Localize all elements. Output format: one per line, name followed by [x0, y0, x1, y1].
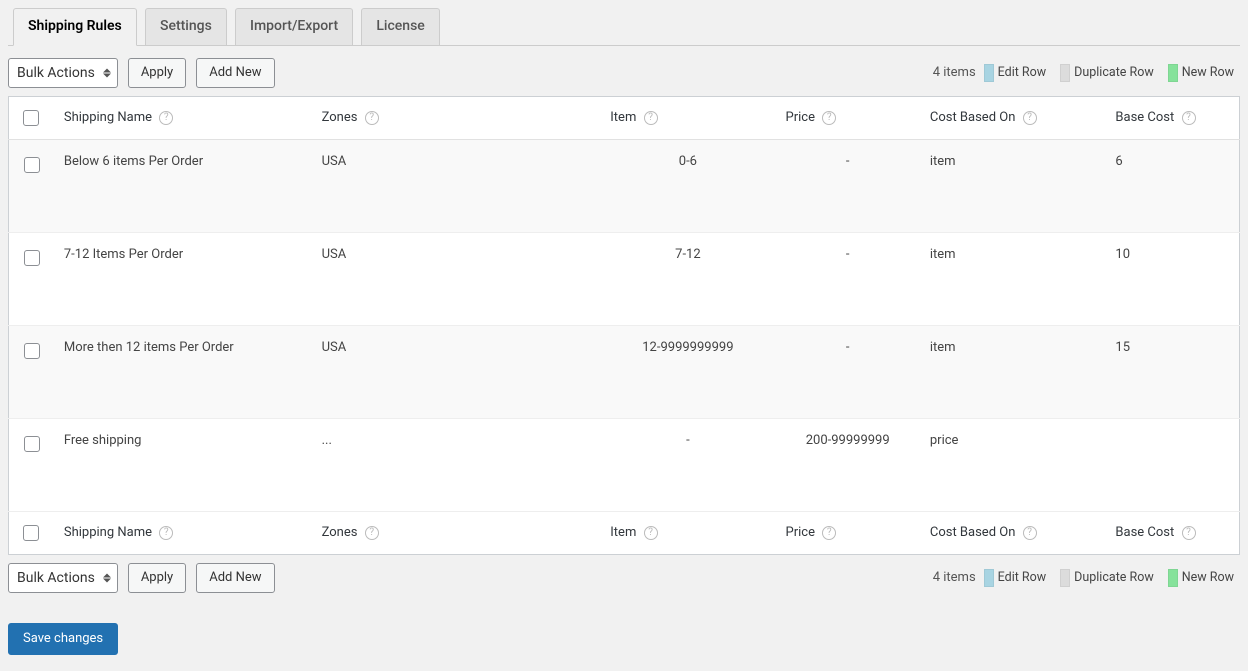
tab-import-export[interactable]: Import/Export [235, 8, 353, 45]
cell-item: - [600, 418, 775, 511]
legend-edit-row[interactable]: Edit Row [998, 570, 1047, 585]
col-cost-based-on[interactable]: Cost Based On [930, 525, 1016, 540]
apply-button-bottom[interactable]: Apply [128, 563, 186, 593]
save-changes-button[interactable]: Save changes [8, 623, 118, 655]
add-new-button-bottom[interactable]: Add New [196, 563, 274, 593]
table-row: 7-12 Items Per OrderUSA7-12-item10 [9, 232, 1240, 325]
cell-price: - [776, 232, 920, 325]
select-caret-icon [103, 573, 111, 582]
cell-cost-based-on: price [920, 418, 1106, 511]
row-checkbox[interactable] [24, 250, 40, 266]
help-icon[interactable]: ? [1023, 526, 1037, 540]
cell-price: - [776, 139, 920, 232]
help-icon[interactable]: ? [365, 526, 379, 540]
help-icon[interactable]: ? [822, 111, 836, 125]
legend-duplicate-row[interactable]: Duplicate Row [1074, 570, 1154, 585]
cell-zones: USA [312, 325, 601, 418]
cell-base-cost: 15 [1105, 325, 1239, 418]
cell-item: 0-6 [600, 139, 775, 232]
tab-shipping-rules[interactable]: Shipping Rules [13, 8, 137, 46]
cell-price: 200-99999999 [776, 418, 920, 511]
cell-shipping-name[interactable]: More then 12 items Per Order [54, 325, 312, 418]
cell-shipping-name[interactable]: Free shipping [54, 418, 312, 511]
select-all-checkbox-top[interactable] [23, 110, 39, 126]
select-all-checkbox-bottom[interactable] [23, 525, 39, 541]
help-icon[interactable]: ? [822, 526, 836, 540]
tab-license[interactable]: License [361, 8, 439, 45]
col-shipping-name[interactable]: Shipping Name [64, 110, 152, 125]
row-checkbox[interactable] [24, 436, 40, 452]
cell-cost-based-on: item [920, 325, 1106, 418]
col-shipping-name[interactable]: Shipping Name [64, 525, 152, 540]
legend-swatch-new [1168, 64, 1178, 82]
bulk-actions-select-bottom[interactable]: Bulk Actions [8, 563, 118, 593]
cell-zones: ... [312, 418, 601, 511]
col-price[interactable]: Price [786, 525, 815, 540]
row-checkbox[interactable] [24, 343, 40, 359]
help-icon[interactable]: ? [1182, 111, 1196, 125]
cell-item: 7-12 [600, 232, 775, 325]
legend-new-row[interactable]: New Row [1182, 65, 1234, 80]
shipping-rules-table: Shipping Name ? Zones ? Item ? Price ? C… [8, 96, 1240, 555]
help-icon[interactable]: ? [159, 526, 173, 540]
col-item[interactable]: Item [610, 525, 636, 540]
legend-edit-row[interactable]: Edit Row [998, 65, 1047, 80]
legend-swatch-duplicate [1060, 64, 1070, 82]
legend-duplicate-row[interactable]: Duplicate Row [1074, 65, 1154, 80]
row-checkbox[interactable] [24, 157, 40, 173]
col-base-cost[interactable]: Base Cost [1115, 525, 1174, 540]
col-price[interactable]: Price [786, 110, 815, 125]
cell-base-cost: 10 [1105, 232, 1239, 325]
legend-new-row[interactable]: New Row [1182, 570, 1234, 585]
apply-button-top[interactable]: Apply [128, 58, 186, 88]
help-icon[interactable]: ? [159, 111, 173, 125]
help-icon[interactable]: ? [1023, 111, 1037, 125]
table-row: Free shipping...-200-99999999price [9, 418, 1240, 511]
nav-tabs: Shipping Rules Settings Import/Export Li… [8, 8, 1240, 46]
cell-price: - [776, 325, 920, 418]
col-zones[interactable]: Zones [322, 525, 358, 540]
tablenav-top: Bulk Actions Apply Add New 4 items Edit … [8, 58, 1240, 88]
legend-swatch-edit [984, 569, 994, 587]
cell-cost-based-on: item [920, 139, 1106, 232]
select-caret-icon [103, 68, 111, 77]
legend-swatch-duplicate [1060, 569, 1070, 587]
col-cost-based-on[interactable]: Cost Based On [930, 110, 1016, 125]
help-icon[interactable]: ? [644, 526, 658, 540]
cell-shipping-name[interactable]: Below 6 items Per Order [54, 139, 312, 232]
help-icon[interactable]: ? [644, 111, 658, 125]
legend-swatch-edit [984, 64, 994, 82]
cell-base-cost [1105, 418, 1239, 511]
cell-base-cost: 6 [1105, 139, 1239, 232]
legend-swatch-new [1168, 569, 1178, 587]
cell-shipping-name[interactable]: 7-12 Items Per Order [54, 232, 312, 325]
cell-zones: USA [312, 139, 601, 232]
tablenav-bottom: Bulk Actions Apply Add New 4 items Edit … [8, 563, 1240, 593]
col-base-cost[interactable]: Base Cost [1115, 110, 1174, 125]
tab-settings[interactable]: Settings [145, 8, 227, 45]
col-zones[interactable]: Zones [322, 110, 358, 125]
items-count-top: 4 items [933, 65, 976, 80]
bulk-actions-value: Bulk Actions [17, 570, 95, 586]
bulk-actions-value: Bulk Actions [17, 65, 95, 81]
cell-item: 12-9999999999 [600, 325, 775, 418]
help-icon[interactable]: ? [1182, 526, 1196, 540]
cell-zones: USA [312, 232, 601, 325]
add-new-button-top[interactable]: Add New [196, 58, 274, 88]
table-row: Below 6 items Per OrderUSA0-6-item6 [9, 139, 1240, 232]
table-row: More then 12 items Per OrderUSA12-999999… [9, 325, 1240, 418]
bulk-actions-select-top[interactable]: Bulk Actions [8, 58, 118, 88]
cell-cost-based-on: item [920, 232, 1106, 325]
help-icon[interactable]: ? [365, 111, 379, 125]
col-item[interactable]: Item [610, 110, 636, 125]
items-count-bottom: 4 items [933, 570, 976, 585]
